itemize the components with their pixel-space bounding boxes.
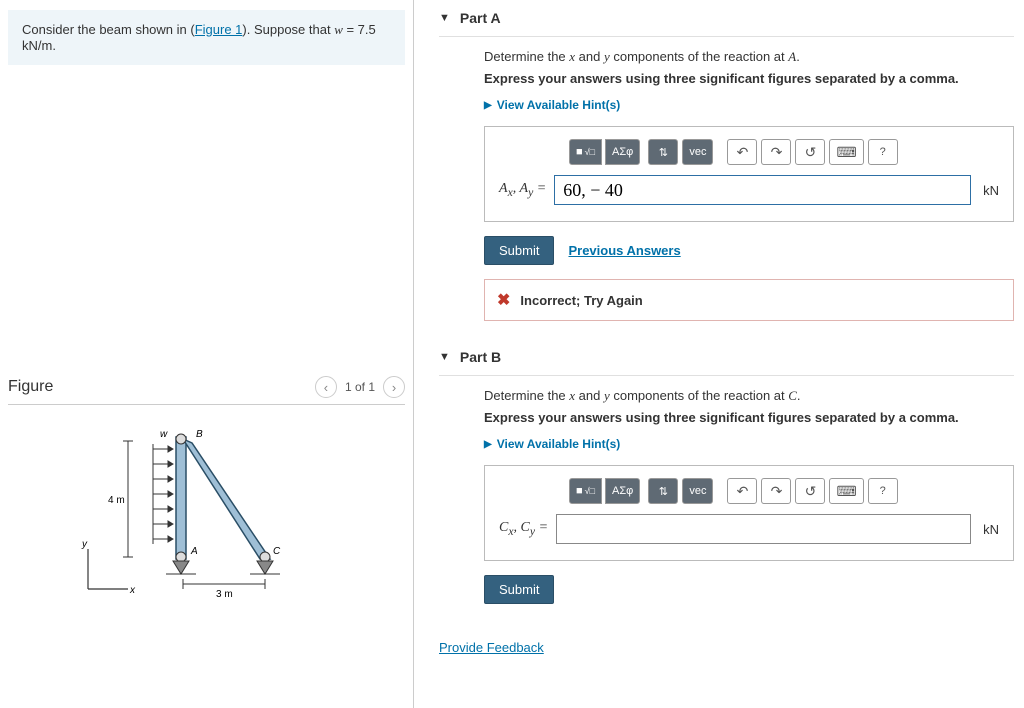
part-a-feedback: ✖ Incorrect; Try Again	[484, 279, 1014, 321]
part-a-answer-box: ■√□ ΑΣφ ⇅ vec ↶ ↷ ↺ ⌨ ? Ax, Ay = kN	[484, 126, 1014, 222]
part-a-submit-button[interactable]: Submit	[484, 236, 554, 265]
right-panel: ▼ Part A Determine the x and y component…	[414, 0, 1024, 708]
svg-text:4 m: 4 m	[108, 495, 125, 506]
figure-title: Figure	[8, 378, 53, 396]
svg-text:C: C	[273, 546, 281, 557]
subscript-button[interactable]: ⇅	[648, 139, 678, 165]
template-button[interactable]: ■√□	[569, 139, 602, 165]
part-a-hints-link[interactable]: View Available Hint(s)	[484, 98, 620, 112]
greek-button[interactable]: ΑΣφ	[605, 478, 640, 504]
part-b-hints-link[interactable]: View Available Hint(s)	[484, 437, 620, 451]
part-b-lhs: Cx, Cy =	[499, 520, 548, 538]
reset-button[interactable]: ↺	[795, 139, 825, 165]
vec-button[interactable]: vec	[682, 478, 713, 504]
problem-text-pre: Consider the beam shown in (	[22, 22, 195, 37]
incorrect-icon: ✖	[497, 290, 510, 310]
figure-page-indicator: 1 of 1	[339, 380, 381, 394]
part-a-instruction: Express your answers using three signifi…	[484, 71, 1014, 86]
part-b-toolbar: ■√□ ΑΣφ ⇅ vec ↶ ↷ ↺ ⌨ ?	[499, 478, 999, 504]
figure-prev-button[interactable]: ‹	[315, 376, 337, 398]
part-a-unit: kN	[979, 183, 999, 198]
part-a-lhs: Ax, Ay =	[499, 181, 546, 199]
figure-header: Figure ‹ 1 of 1 ›	[8, 370, 405, 405]
left-panel: Consider the beam shown in (Figure 1). S…	[0, 0, 414, 708]
help-button[interactable]: ?	[868, 478, 898, 504]
part-b-instruction: Express your answers using three signifi…	[484, 410, 1014, 425]
figure-diagram: x y	[8, 405, 405, 609]
reset-button[interactable]: ↺	[795, 478, 825, 504]
subscript-button[interactable]: ⇅	[648, 478, 678, 504]
help-button[interactable]: ?	[868, 139, 898, 165]
svg-text:x: x	[129, 585, 136, 596]
part-b-submit-button[interactable]: Submit	[484, 575, 554, 604]
vec-button[interactable]: vec	[682, 139, 713, 165]
keyboard-button[interactable]: ⌨	[829, 139, 863, 165]
svg-text:A: A	[190, 546, 198, 557]
part-a-feedback-text: Incorrect; Try Again	[520, 293, 642, 308]
part-b-unit: kN	[979, 522, 999, 537]
caret-down-icon: ▼	[439, 351, 450, 363]
greek-button[interactable]: ΑΣφ	[605, 139, 640, 165]
part-a-previous-answers-link[interactable]: Previous Answers	[568, 243, 680, 258]
part-b-answer-input[interactable]	[556, 514, 971, 544]
problem-text-post: ). Suppose that	[242, 22, 334, 37]
redo-button[interactable]: ↷	[761, 139, 791, 165]
part-a-toolbar: ■√□ ΑΣφ ⇅ vec ↶ ↷ ↺ ⌨ ?	[499, 139, 999, 165]
part-b-prompt: Determine the x and y components of the …	[484, 388, 1014, 404]
part-a-header[interactable]: ▼ Part A	[439, 0, 1014, 37]
part-a-prompt: Determine the x and y components of the …	[484, 49, 1014, 65]
svg-text:B: B	[196, 429, 203, 440]
svg-text:w: w	[160, 429, 168, 440]
caret-down-icon: ▼	[439, 12, 450, 24]
keyboard-button[interactable]: ⌨	[829, 478, 863, 504]
problem-var: w	[334, 22, 343, 37]
template-button[interactable]: ■√□	[569, 478, 602, 504]
undo-button[interactable]: ↶	[727, 478, 757, 504]
figure-link[interactable]: Figure 1	[195, 22, 243, 37]
problem-statement: Consider the beam shown in (Figure 1). S…	[8, 10, 405, 65]
part-a-body: Determine the x and y components of the …	[439, 37, 1014, 339]
part-a-answer-input[interactable]	[554, 175, 971, 205]
figure-section: Figure ‹ 1 of 1 › x y	[0, 370, 413, 609]
part-b-title: Part B	[460, 349, 501, 365]
figure-next-button[interactable]: ›	[383, 376, 405, 398]
undo-button[interactable]: ↶	[727, 139, 757, 165]
part-a-title: Part A	[460, 10, 501, 26]
part-b-body: Determine the x and y components of the …	[439, 376, 1014, 622]
part-b-header[interactable]: ▼ Part B	[439, 339, 1014, 376]
svg-text:3 m: 3 m	[216, 589, 233, 600]
redo-button[interactable]: ↷	[761, 478, 791, 504]
svg-text:y: y	[81, 539, 88, 550]
part-b-answer-box: ■√□ ΑΣφ ⇅ vec ↶ ↷ ↺ ⌨ ? Cx, Cy = kN	[484, 465, 1014, 561]
provide-feedback-link[interactable]: Provide Feedback	[439, 640, 544, 655]
